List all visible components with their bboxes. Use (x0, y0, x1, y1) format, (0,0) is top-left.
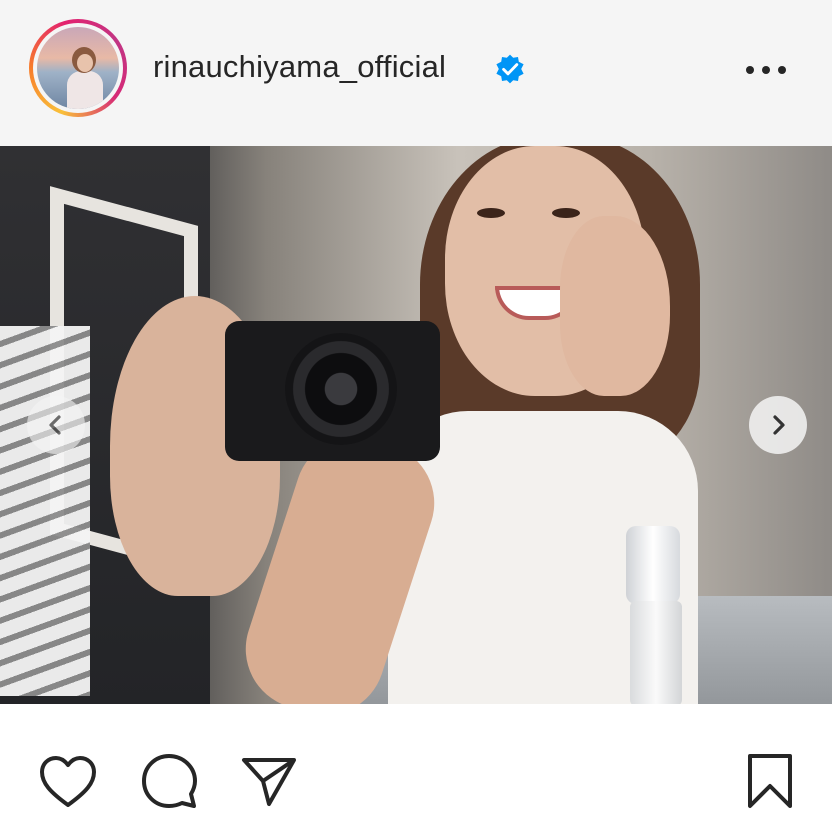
carousel-prev-button[interactable] (27, 396, 85, 454)
share-icon[interactable] (240, 754, 298, 808)
avatar[interactable] (37, 27, 119, 109)
story-ring-avatar[interactable] (29, 19, 127, 117)
dot (746, 66, 754, 74)
chevron-right-icon (773, 415, 785, 435)
dot (778, 66, 786, 74)
more-options-button[interactable] (744, 58, 788, 82)
carousel-next-button[interactable] (749, 396, 807, 454)
dot (762, 66, 770, 74)
post-photo[interactable] (0, 146, 832, 704)
post-actions (0, 704, 832, 829)
window-blinds (0, 326, 90, 696)
chevron-left-icon (49, 415, 61, 435)
comment-icon[interactable] (140, 752, 198, 810)
serum-bottle (618, 526, 690, 704)
username-link[interactable]: rinauchiyama_official (153, 49, 446, 85)
post-header: rinauchiyama_official (0, 0, 832, 146)
heart-icon[interactable] (38, 754, 98, 810)
verified-badge-icon (496, 54, 524, 84)
bookmark-icon[interactable] (744, 752, 796, 810)
